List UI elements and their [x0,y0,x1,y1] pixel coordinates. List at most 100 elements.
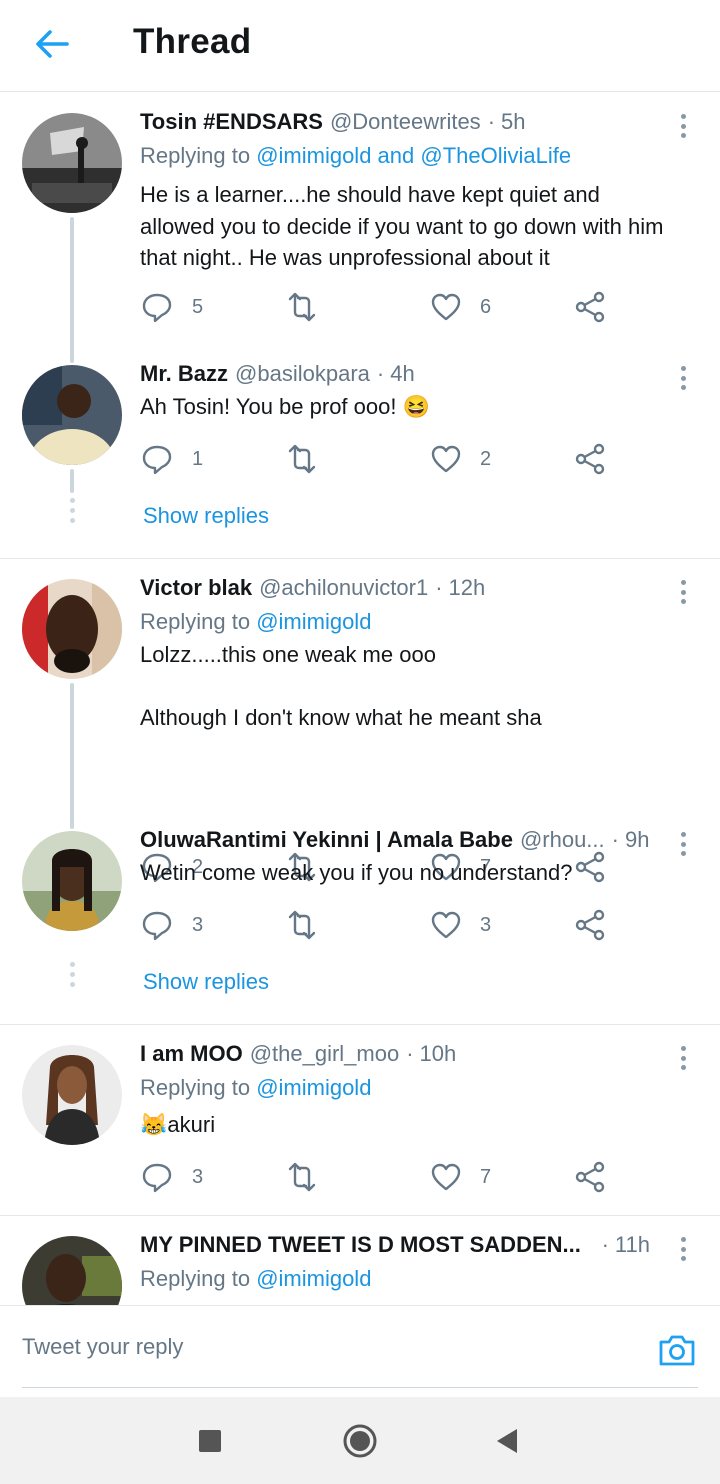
author-handle[interactable]: @rhou... [520,827,605,853]
more-options-button[interactable] [676,829,690,859]
show-replies-link[interactable]: Show replies [143,969,269,995]
timestamp: 11h [614,1232,650,1257]
input-underline [22,1387,698,1388]
thread-feed[interactable]: Tosin #ENDSARS @Donteewrites · 5h Replyi… [0,93,720,1305]
like-button[interactable]: 7 [430,1159,491,1195]
arrow-left-icon [36,30,69,58]
more-options-button[interactable] [676,1043,690,1073]
heart-icon [431,445,461,473]
square-icon [199,1430,221,1452]
avatar[interactable] [22,579,122,679]
more-options-button[interactable] [676,1234,690,1264]
retweet-button[interactable] [284,907,338,943]
divider [0,1024,720,1025]
timestamp: 10h [419,1041,457,1066]
avatar[interactable] [22,1045,122,1145]
back-nav-button[interactable] [487,1423,527,1459]
page-title: Thread [133,22,252,61]
share-button[interactable] [574,1159,606,1195]
mention-link[interactable]: @imimigold [256,1075,371,1100]
separator-dot: · [611,827,619,852]
reply-button[interactable]: 1 [140,441,203,477]
like-count: 6 [480,295,492,318]
author-name[interactable]: OluwaRantimi Yekinni | Amala Babe [140,827,513,853]
reply-composer: Tweet your reply [0,1305,720,1397]
tweet-text: 😹akuri [140,1112,216,1137]
tweet-actions: 3 7 [140,1159,610,1195]
share-button[interactable] [574,441,606,477]
reply-icon [142,293,172,323]
timestamp: 9h [624,827,650,852]
separator-dot: · [376,361,385,386]
reply-count: 3 [192,1165,204,1188]
mention-link[interactable]: @imimigold [256,609,371,634]
share-icon [575,909,605,941]
retweet-icon [288,444,316,474]
replying-to-label: Replying to [140,1266,257,1291]
author-handle[interactable]: @achilonuvictor1 [259,575,428,601]
author-handle[interactable]: @basilokpara [235,361,370,387]
back-button[interactable] [30,22,74,66]
mention-link[interactable]: @imimigold and @TheOliviaLife [256,143,571,168]
replying-to-label: Replying to [140,1075,257,1100]
avatar[interactable] [22,365,122,465]
recents-button[interactable] [190,1423,230,1459]
like-count: 7 [480,1165,492,1188]
retweet-button[interactable] [284,1159,338,1195]
more-options-button[interactable] [676,577,690,607]
share-icon [575,291,605,323]
heart-icon [431,911,461,939]
tweet-header: MY PINNED TWEET IS D MOST SADDEN... · 11… [140,1232,650,1264]
system-nav-bar [0,1397,720,1484]
author-handle[interactable]: @Donteewrites [330,109,481,135]
retweet-button[interactable] [284,289,338,325]
separator-dot: · [435,575,443,600]
reply-button[interactable]: 3 [140,907,203,943]
author-name[interactable]: Victor blak [140,575,252,601]
author-handle[interactable]: @the_girl_moo [250,1041,400,1067]
more-options-button[interactable] [676,363,690,393]
separator-dot: · [406,1041,414,1066]
reply-count: 1 [192,447,204,470]
retweet-button[interactable] [284,441,338,477]
tweet-text: Ah Tosin! You be prof ooo! 😆 [140,394,430,419]
camera-button[interactable] [658,1332,696,1373]
heart-icon [431,293,461,321]
like-button[interactable]: 6 [430,289,491,325]
tweet-actions: 1 2 [140,441,610,477]
thread-line [70,217,74,363]
reply-icon [142,911,172,941]
home-button[interactable] [340,1423,380,1459]
timestamp: 12h [448,575,486,600]
tweet-actions: 3 3 [140,907,610,943]
replying-to: Replying to @imimigold [140,1075,371,1101]
avatar[interactable] [22,831,122,931]
share-icon [575,1161,605,1193]
share-button[interactable] [574,289,606,325]
author-name[interactable]: MY PINNED TWEET IS D MOST SADDEN... [140,1232,581,1258]
reply-button[interactable]: 3 [140,1159,203,1195]
like-button[interactable]: 2 [430,441,491,477]
tweet-header: I am MOO @the_girl_moo · 10h [140,1041,650,1073]
author-name[interactable]: I am MOO [140,1041,243,1067]
more-options-button[interactable] [676,111,690,141]
author-name[interactable]: Mr. Bazz [140,361,228,387]
like-button[interactable]: 3 [430,907,491,943]
thread-line [70,469,74,493]
reply-count: 3 [192,913,204,936]
camera-icon [659,1335,695,1366]
retweet-icon [288,910,316,940]
separator-dot: · [487,109,496,134]
avatar[interactable] [22,113,122,213]
replying-to: Replying to @imimigold [140,1266,371,1292]
avatar[interactable] [22,1236,122,1305]
tweet-text: Wetin come weak you if you no understand… [140,860,573,885]
reply-button[interactable]: 5 [140,289,203,325]
thread-dots [68,498,76,523]
share-button[interactable] [574,907,606,943]
reply-input[interactable]: Tweet your reply [22,1334,183,1360]
separator-dot: · [601,1232,609,1257]
author-name[interactable]: Tosin #ENDSARS [140,109,323,135]
show-replies-link[interactable]: Show replies [143,503,269,529]
mention-link[interactable]: @imimigold [256,1266,371,1291]
